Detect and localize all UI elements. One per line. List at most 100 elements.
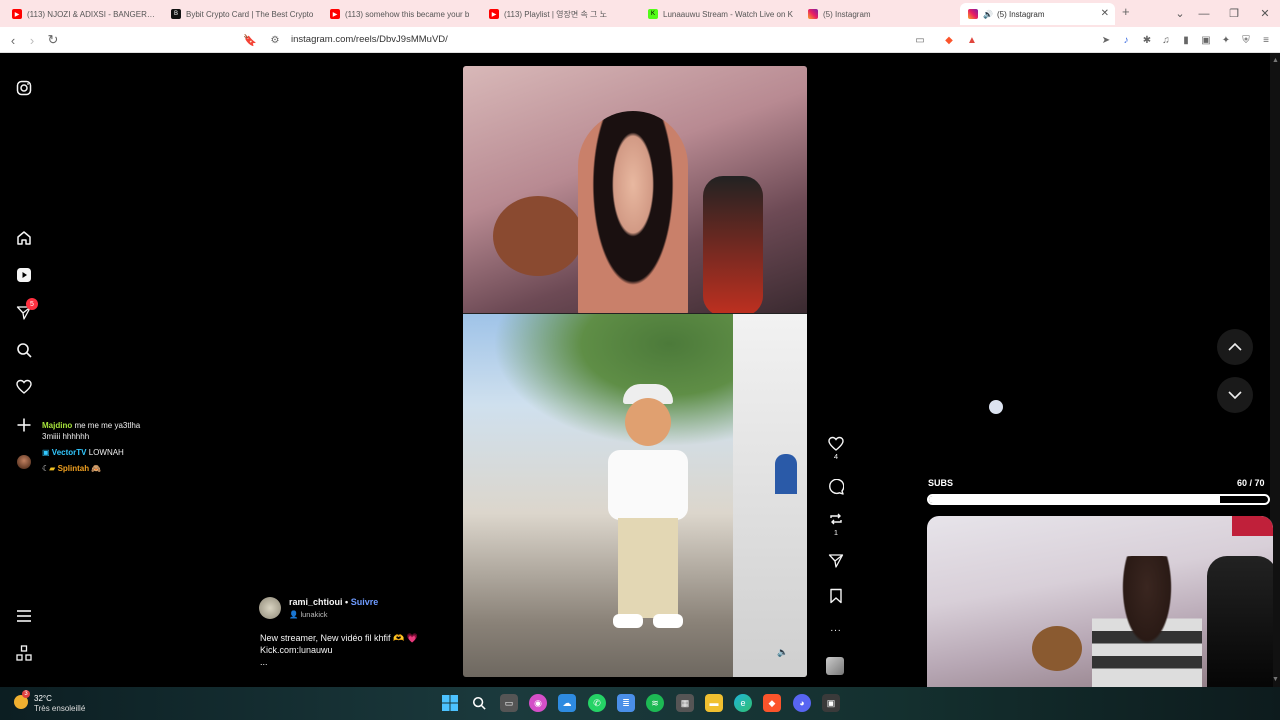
follow-button[interactable]: Suivre — [351, 597, 379, 607]
author-username[interactable]: rami_chtioui — [289, 597, 343, 607]
threads-apps-icon[interactable] — [14, 643, 34, 663]
brave-shields-icon[interactable]: ◆ — [942, 33, 956, 47]
music-icon[interactable]: ♫ — [1159, 33, 1173, 47]
close-window-button[interactable]: ✕ — [1250, 0, 1280, 27]
caption-line-1: New streamer, New vidéo fil khfif 🫶 💗 — [260, 633, 418, 643]
reload-icon[interactable]: ↻ — [44, 31, 62, 49]
tab-instagram[interactable]: (5) Instagram — [800, 3, 955, 25]
address-bar: ‹ › ↻ 🔖 ⚙ instagram.com/reels/DbvJ9sMMuV… — [0, 27, 1280, 53]
tab-instagram-active[interactable]: 🔊 (5) Instagram ✕ — [960, 3, 1115, 25]
reel-video[interactable]: 🔈 — [463, 66, 807, 677]
sidebar-icon[interactable]: ▮ — [1179, 33, 1193, 47]
comment-button[interactable] — [825, 479, 847, 495]
site-info-icon[interactable]: ⚙ — [266, 31, 284, 49]
author-avatar[interactable] — [259, 597, 281, 619]
whatsapp-icon[interactable]: ✆ — [588, 694, 606, 712]
audio-thumbnail[interactable] — [826, 657, 844, 675]
save-button[interactable] — [825, 588, 847, 604]
brave-icon[interactable]: ◆ — [763, 694, 781, 712]
wallet-icon[interactable]: ▣ — [1199, 33, 1213, 47]
weather-description: Très ensoleillé — [34, 704, 86, 713]
url-field[interactable]: instagram.com/reels/DbvJ9sMMuVD/ — [291, 34, 448, 45]
like-button[interactable]: 4 — [825, 436, 847, 461]
previous-reel-button[interactable] — [1217, 329, 1253, 365]
chat-message: 3miiii hhhhhh — [42, 431, 140, 442]
home-icon[interactable] — [14, 228, 34, 248]
streamer-webcam-overlay — [927, 516, 1273, 712]
file-explorer-icon[interactable]: ▬ — [705, 694, 723, 712]
send-icon[interactable]: ➤ — [1099, 33, 1113, 47]
tab-title: (113) Playlist | 영장면 속 그 노 — [504, 9, 607, 19]
vpn-icon[interactable]: ⛨ — [1239, 33, 1253, 47]
scroll-down-icon[interactable]: ▼ — [1272, 676, 1279, 683]
audio-playing-icon[interactable]: ♪ — [1119, 33, 1133, 47]
bookmark-icon — [830, 588, 842, 604]
tab-title: (5) Instagram — [823, 9, 871, 19]
edge-icon[interactable]: e — [734, 694, 752, 712]
audio-line[interactable]: 👤 lunakick — [289, 610, 328, 619]
reel-video-top-webcam — [463, 66, 807, 313]
next-reel-button[interactable] — [1217, 377, 1253, 413]
notepad-icon[interactable]: ≣ — [617, 694, 635, 712]
spotify-icon[interactable]: ≋ — [646, 694, 664, 712]
tab-title: (113) somehow this became your b — [345, 9, 470, 19]
forward-icon[interactable]: › — [23, 31, 41, 49]
chevron-down-icon — [1228, 391, 1242, 400]
more-menu-icon[interactable] — [14, 606, 34, 626]
mouse-cursor-icon — [989, 400, 1003, 414]
search-icon[interactable] — [470, 694, 488, 712]
tab-kick[interactable]: K Lunaauwu Stream - Watch Live on K — [640, 3, 795, 25]
tab-youtube-njozi[interactable]: ▶ (113) NJOZI & ADIXSI - BANGERS C — [4, 3, 159, 25]
author-line: rami_chtioui • Suivre — [289, 597, 378, 607]
weather-badge: 3 — [22, 690, 30, 698]
restore-button[interactable]: ❐ — [1219, 0, 1249, 27]
notifications-heart-icon[interactable] — [14, 377, 34, 397]
messages-icon[interactable]: 5 — [14, 298, 38, 323]
bybit-icon: B — [171, 9, 181, 19]
tab-youtube-somehow[interactable]: ▶ (113) somehow this became your b — [322, 3, 477, 25]
task-view-icon[interactable]: ▭ — [500, 694, 518, 712]
repost-count: 1 — [833, 528, 839, 537]
subs-progress-fill — [929, 496, 1220, 503]
extensions-icon[interactable]: ✱ — [1140, 33, 1154, 47]
create-plus-icon[interactable] — [14, 415, 34, 435]
heart-icon — [828, 436, 844, 451]
app-icon[interactable]: ◉ — [529, 694, 547, 712]
back-icon[interactable]: ‹ — [4, 31, 22, 49]
app-icon[interactable]: ▣ — [822, 694, 840, 712]
chat-username: Majdino — [42, 421, 73, 430]
brave-rewards-icon[interactable]: ▲ — [965, 33, 979, 47]
new-tab-button[interactable]: + — [1122, 4, 1130, 19]
more-options-button[interactable]: ... — [825, 623, 847, 634]
taskbar — [0, 687, 1280, 720]
volume-icon[interactable]: 🔈 — [777, 647, 793, 663]
tab-title: (113) NJOZI & ADIXSI - BANGERS C — [27, 9, 159, 19]
discord-icon[interactable]: ◕ — [793, 694, 811, 712]
windows-start-icon[interactable] — [441, 694, 459, 712]
tab-strip: ▶ (113) NJOZI & ADIXSI - BANGERS C B Byb… — [0, 0, 1280, 27]
scroll-up-icon[interactable]: ▲ — [1272, 57, 1279, 64]
menu-icon[interactable]: ≡ — [1259, 33, 1273, 47]
tab-title: Lunaauwu Stream - Watch Live on K — [663, 9, 793, 19]
tab-youtube-playlist[interactable]: ▶ (113) Playlist | 영장면 속 그 노 — [481, 3, 636, 25]
store-icon[interactable]: ▦ — [676, 694, 694, 712]
blue-window-image — [775, 454, 797, 494]
cloud-app-icon[interactable]: ☁ — [558, 694, 576, 712]
banner-image — [1232, 516, 1273, 536]
tab-bybit[interactable]: B Bybit Crypto Card | The Best Crypto — [163, 3, 318, 25]
share-send-icon — [828, 554, 844, 568]
instagram-logo-icon[interactable] — [14, 78, 34, 98]
minimize-button[interactable]: — — [1189, 0, 1219, 27]
chat-message: ▣ VectorTV LOWNAH — [42, 447, 140, 458]
youtube-icon: ▶ — [330, 9, 340, 19]
close-tab-icon[interactable]: ✕ — [1101, 8, 1109, 19]
search-icon[interactable] — [14, 340, 34, 360]
caption-more[interactable]: ... — [260, 656, 450, 668]
reels-icon[interactable] — [14, 265, 34, 285]
cast-icon[interactable]: ▭ — [913, 33, 927, 47]
share-button[interactable] — [825, 553, 847, 569]
profile-avatar[interactable] — [17, 455, 31, 469]
repost-button[interactable]: 1 — [825, 511, 847, 537]
leo-ai-icon[interactable]: ✦ — [1219, 33, 1233, 47]
bookmark-icon[interactable]: 🔖 — [241, 31, 259, 49]
